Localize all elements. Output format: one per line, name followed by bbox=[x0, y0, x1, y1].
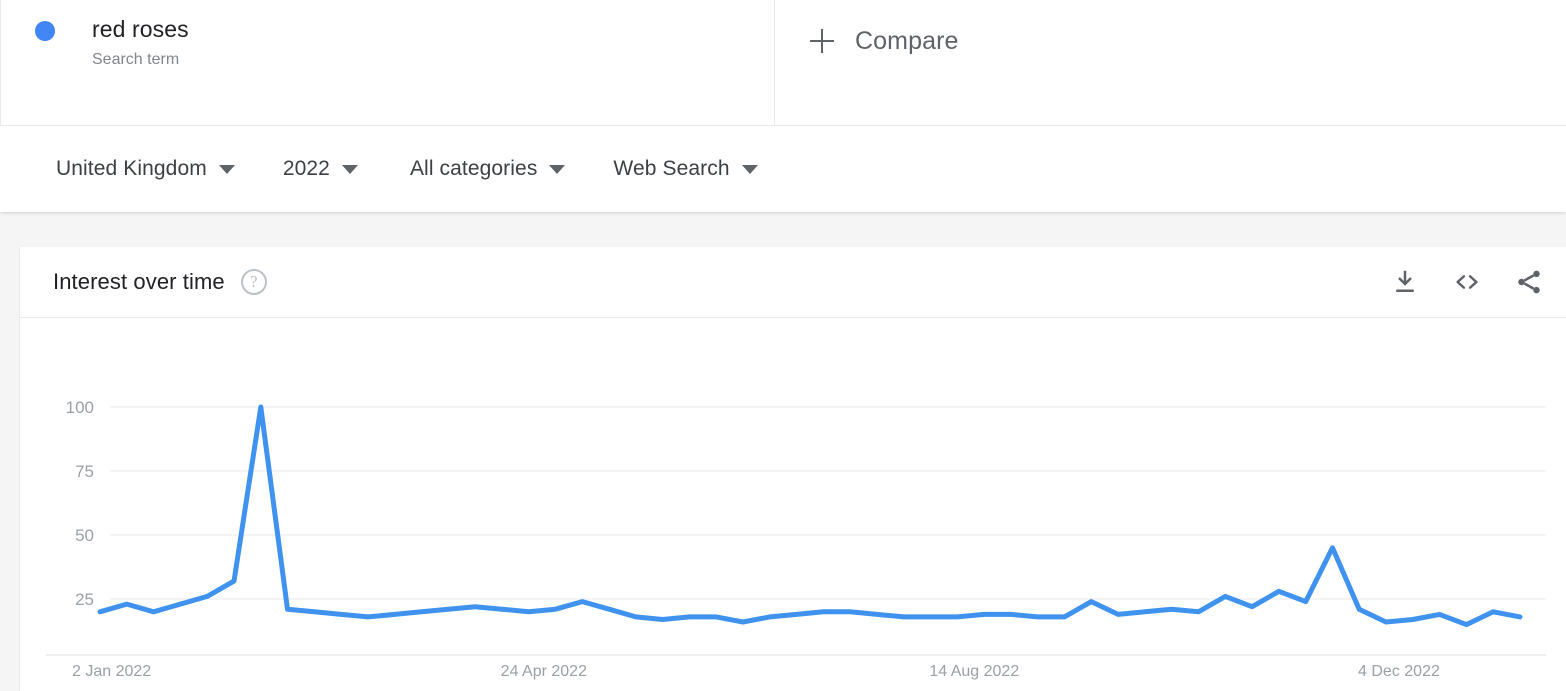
y-axis-tick-label: 100 bbox=[66, 398, 94, 417]
filter-time-range[interactable]: 2022 bbox=[283, 157, 358, 181]
code-embed-icon[interactable] bbox=[1452, 267, 1482, 297]
chevron-down-icon bbox=[341, 164, 358, 174]
filter-region-label: United Kingdom bbox=[56, 157, 207, 180]
search-term-subtitle: Search term bbox=[92, 51, 180, 68]
card-header: Interest over time ? bbox=[20, 247, 1566, 318]
filter-category[interactable]: All categories bbox=[409, 157, 566, 181]
card-actions bbox=[1390, 267, 1544, 297]
filter-time-range-label: 2022 bbox=[282, 157, 330, 180]
y-axis-tick-label: 25 bbox=[75, 590, 94, 609]
x-axis-tick-label: 24 Apr 2022 bbox=[501, 663, 587, 680]
y-axis-tick-label: 75 bbox=[75, 462, 94, 481]
chevron-down-icon bbox=[549, 164, 566, 174]
y-axis-tick-label: 50 bbox=[75, 526, 94, 545]
x-axis-tick-label: 2 Jan 2022 bbox=[72, 663, 151, 680]
filter-search-type-label: Web Search bbox=[613, 157, 730, 180]
search-term-text: red roses Search term bbox=[92, 14, 189, 71]
search-term-card[interactable]: red roses Search term bbox=[0, 0, 775, 125]
google-trends-page: red roses Search term Compare United Kin… bbox=[0, 0, 1566, 691]
x-axis-tick-label: 4 Dec 2022 bbox=[1358, 663, 1440, 680]
search-terms-row: red roses Search term Compare bbox=[0, 0, 1566, 125]
interest-over-time-chart[interactable]: 25 50 75 100 2 Jan 2022 24 Apr 2022 14 Aug 202… bbox=[20, 318, 1566, 690]
filter-search-type[interactable]: Web Search bbox=[613, 157, 758, 181]
compare-card[interactable]: Compare bbox=[775, 0, 1566, 125]
share-icon[interactable] bbox=[1514, 267, 1544, 297]
help-circle-icon[interactable]: ? bbox=[240, 269, 267, 295]
interest-over-time-card: Interest over time ? 25 50 75 100 2 Jan … bbox=[20, 247, 1566, 691]
chevron-down-icon bbox=[741, 164, 758, 174]
filter-region[interactable]: United Kingdom bbox=[56, 157, 235, 181]
add-comparison-button[interactable]: Compare bbox=[807, 26, 959, 56]
chevron-down-icon bbox=[218, 164, 235, 174]
legend-dot-icon bbox=[35, 21, 55, 41]
filter-category-label: All categories bbox=[409, 157, 538, 180]
plus-icon bbox=[807, 26, 837, 56]
chart-svg: 25 50 75 100 2 Jan 2022 24 Apr 2022 14 Aug 202… bbox=[46, 398, 1546, 680]
filter-bar: United Kingdom 2022 All categories Web S… bbox=[0, 125, 1566, 212]
compare-label: Compare bbox=[855, 26, 959, 55]
card-title: Interest over time bbox=[53, 269, 225, 294]
search-term-title: red roses bbox=[92, 16, 189, 42]
download-icon[interactable] bbox=[1390, 267, 1420, 297]
chart-line-series-red-roses bbox=[97, 404, 1523, 628]
x-axis-tick-label: 14 Aug 2022 bbox=[929, 663, 1019, 680]
